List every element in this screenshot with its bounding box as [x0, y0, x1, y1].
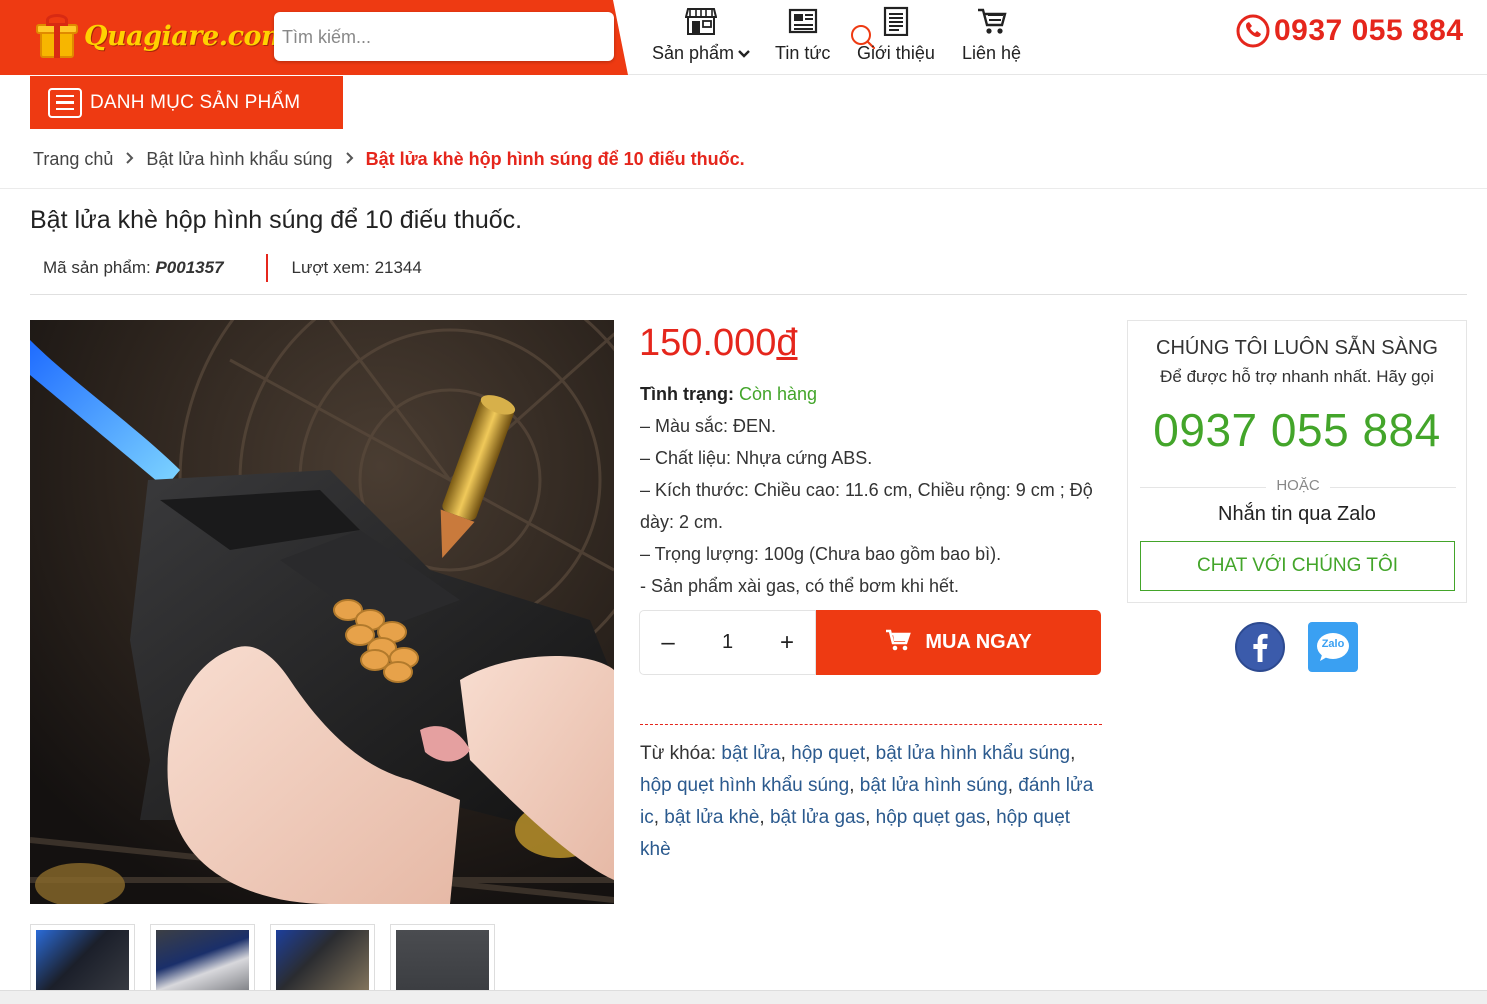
quantity-decrease-button[interactable]: –: [658, 629, 678, 657]
sku-value: P001357: [155, 258, 224, 277]
cart-icon: [885, 628, 912, 658]
support-subheading: Để được hỗ trợ nhanh nhất. Hãy gọi: [1160, 367, 1434, 386]
spec-line: – Trọng lượng: 100g (Chưa bao gồm bao bì…: [640, 544, 1002, 564]
zalo-icon[interactable]: Zalo: [1308, 622, 1358, 672]
product-info: Tình trạng: Còn hàng – Màu sắc: ĐEN. – C…: [640, 378, 1100, 602]
buy-now-label: MUA NGAY: [925, 631, 1032, 653]
chevron-right-icon: [125, 152, 134, 167]
chevron-right-icon: [345, 152, 354, 167]
newspaper-icon: [787, 6, 819, 36]
document-icon: [880, 6, 912, 37]
breadcrumb-current: Bật lửa khè hộp hình súng để 10 điếu thu…: [365, 149, 745, 169]
breadcrumb-category[interactable]: Bật lửa hình khẩu súng: [146, 149, 332, 170]
facebook-icon[interactable]: [1235, 622, 1285, 672]
header-hotline[interactable]: 0937 055 884: [1236, 14, 1464, 48]
tag-link[interactable]: hộp quẹt gas: [876, 807, 986, 828]
views-value: 21344: [374, 258, 422, 277]
quantity-stepper: – 1 +: [639, 610, 816, 675]
sku-label: Mã sản phẩm:: [43, 258, 151, 277]
product-tags: Từ khóa: bật lửa, hộp quẹt, bật lửa hình…: [640, 743, 1094, 860]
tag-link[interactable]: bật lửa khè: [664, 807, 759, 828]
divider: [640, 724, 1102, 725]
cart-icon: [976, 6, 1008, 36]
views-label: Lượt xem:: [291, 258, 370, 277]
breadcrumb: Trang chủ Bật lửa hình khẩu súng Bật lửa…: [33, 149, 745, 170]
support-phone[interactable]: 0937 055 884: [1128, 403, 1466, 457]
search-box: [274, 12, 876, 61]
gift-icon: [36, 14, 78, 58]
spec-line: – Chất liệu: Nhựa cứng ABS.: [640, 448, 873, 468]
spec-line: - Sản phẩm xài gas, có thể bơm khi hết.: [640, 576, 959, 596]
product-main-image[interactable]: [30, 320, 614, 904]
tag-link[interactable]: hộp quẹt: [791, 743, 865, 764]
hotline-number: 0937 055 884: [1274, 14, 1464, 47]
spec-line: – Màu sắc: ĐEN.: [640, 416, 777, 436]
tag-link[interactable]: hộp quẹt hình khẩu súng: [640, 775, 849, 796]
nav-contact-label: Liên hệ: [962, 43, 1022, 63]
product-price: 150.000đ: [639, 322, 798, 365]
nav-news-label: Tin tức: [775, 43, 831, 63]
status-label: Tình trạng:: [640, 384, 734, 404]
nav-products-label: Sản phẩm: [652, 43, 735, 63]
tags-label: Từ khóa:: [640, 743, 717, 764]
tag-link[interactable]: bật lửa hình súng: [860, 775, 1008, 796]
browser-bottom-bar: [0, 990, 1487, 1004]
search-input[interactable]: [282, 23, 562, 51]
product-meta: Mã sản phẩm: P001357 Lượt xem: 21344: [43, 254, 422, 282]
buy-now-button[interactable]: MUA NGAY: [816, 610, 1101, 675]
site-header: Quagiare.com Sản phẩm Tin tức Giới thiệu…: [0, 0, 1487, 75]
zalo-icon-text: Zalo: [1321, 638, 1345, 650]
chat-with-us-button[interactable]: CHAT VỚI CHÚNG TÔI: [1140, 541, 1455, 591]
price-value: 150.000: [639, 322, 777, 364]
quantity-value[interactable]: 1: [722, 631, 733, 654]
menu-icon: [48, 87, 82, 118]
nav-about[interactable]: Giới thiệu: [857, 0, 935, 75]
product-title: Bật lửa khè hộp hình súng để 10 điếu thu…: [30, 206, 523, 234]
meta-divider: [265, 254, 268, 282]
quantity-increase-button[interactable]: +: [777, 629, 797, 657]
site-logo[interactable]: Quagiare.com: [36, 12, 290, 60]
category-menu-button[interactable]: DANH MỤC SẢN PHẨM: [30, 76, 343, 129]
tag-link[interactable]: bật lửa hình khẩu súng: [876, 743, 1070, 764]
nav-about-label: Giới thiệu: [857, 43, 935, 63]
divider: [30, 294, 1467, 295]
divider: [0, 188, 1487, 189]
nav-contact[interactable]: Liên hệ: [962, 0, 1021, 75]
price-currency: đ: [776, 322, 798, 364]
phone-icon: [1236, 14, 1270, 48]
category-menu-label: DANH MỤC SẢN PHẨM: [90, 91, 301, 113]
zalo-text: Nhắn tin qua Zalo: [1218, 503, 1376, 525]
status-value: Còn hàng: [739, 384, 818, 404]
nav-news[interactable]: Tin tức: [775, 0, 830, 75]
tag-link[interactable]: bật lửa: [721, 743, 780, 764]
store-icon: [684, 6, 718, 36]
support-heading: CHÚNG TÔI LUÔN SẴN SÀNG: [1156, 337, 1438, 359]
logo-text: Quagiare.com: [84, 20, 290, 52]
or-separator: HOẶC: [1140, 477, 1456, 494]
nav-products[interactable]: Sản phẩm: [652, 0, 750, 75]
spec-line: – Kích thước: Chiều cao: 11.6 cm, Chiều …: [640, 480, 1093, 532]
breadcrumb-home[interactable]: Trang chủ: [33, 149, 113, 170]
tag-link[interactable]: bật lửa gas: [770, 807, 865, 828]
chevron-down-icon: [738, 43, 750, 64]
support-box: CHÚNG TÔI LUÔN SẴN SÀNG Để được hỗ trợ n…: [1127, 320, 1467, 603]
